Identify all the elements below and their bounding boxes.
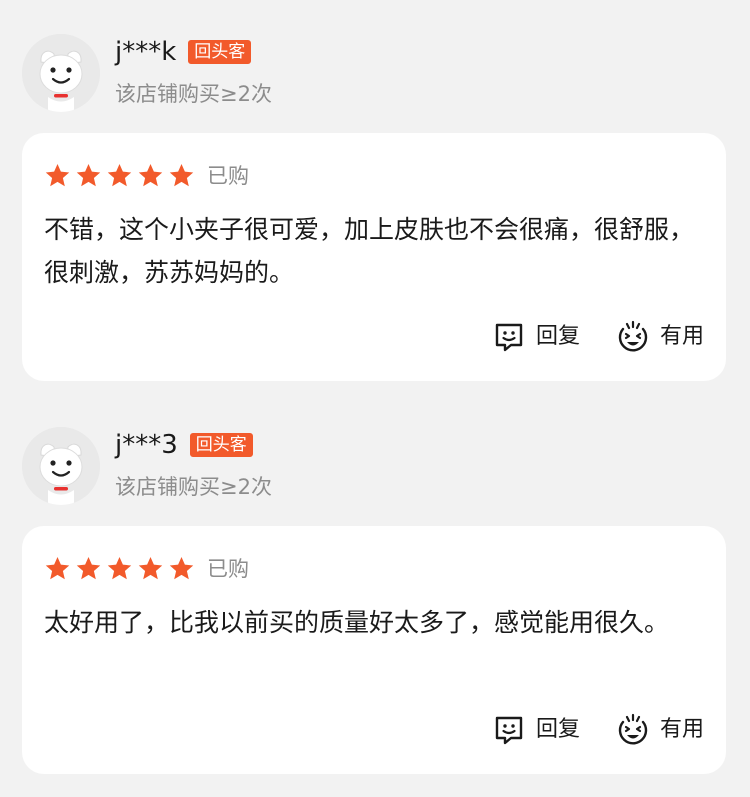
returning-customer-badge: 回头客 [188, 40, 252, 64]
avatar[interactable] [22, 34, 100, 112]
happy-face-icon [618, 320, 648, 352]
review-text: 太好用了，比我以前买的质量好太多了，感觉能用很久。 [44, 608, 670, 637]
purchase-count: 该店铺购买≥2次 [115, 82, 272, 106]
dog-mascot-icon [22, 427, 100, 505]
star-rating [44, 555, 195, 582]
star-icon [76, 164, 101, 187]
review-user-row: j***k 回头客 该店铺购买≥2次 [0, 30, 750, 120]
star-icon [169, 164, 194, 187]
star-icon [138, 164, 163, 187]
review-text: 不错，这个小夹子很可爱，加上皮肤也不会很痛，很舒服，很刺激，苏苏妈妈的。 [44, 215, 695, 287]
star-icon [169, 557, 194, 580]
useful-button[interactable]: 有用 [616, 320, 704, 354]
useful-button[interactable]: 有用 [616, 713, 704, 747]
reply-label: 回复 [535, 717, 580, 742]
star-icon [107, 557, 132, 580]
review-item: j***k 回头客 该店铺购买≥2次 已购 不错，这个小夹子很可爱，加上皮肤也不会… [0, 30, 750, 381]
star-icon [107, 164, 132, 187]
star-icon [45, 164, 70, 187]
returning-customer-badge: 回头客 [189, 433, 253, 457]
review-item: j***3 回头客 该店铺购买≥2次 已购 太好用了，比我以前买的质量好太多了，感… [0, 423, 750, 774]
star-icon [45, 557, 70, 580]
reply-button[interactable]: 回复 [492, 713, 580, 747]
reviews-page: j***k 回头客 该店铺购买≥2次 已购 不错，这个小夹子很可爱，加上皮肤也不会… [0, 0, 750, 797]
smile-chat-icon [495, 323, 523, 352]
useful-label: 有用 [659, 324, 704, 349]
username-text: j***3 [115, 430, 178, 460]
reply-button[interactable]: 回复 [492, 320, 580, 354]
star-icon [76, 557, 101, 580]
star-icon [138, 557, 163, 580]
review-user-row: j***3 回头客 该店铺购买≥2次 [0, 423, 750, 513]
username: j***3 回头客 [115, 429, 253, 461]
review-actions: 回复 有用 [492, 713, 704, 747]
reply-label: 回复 [535, 324, 580, 349]
purchased-label: 已购 [207, 164, 249, 188]
review-card: 已购 太好用了，比我以前买的质量好太多了，感觉能用很久。 回复 有用 [22, 526, 726, 774]
purchase-count: 该店铺购买≥2次 [115, 475, 272, 499]
username: j***k 回头客 [115, 36, 252, 68]
useful-label: 有用 [659, 717, 704, 742]
review-card: 已购 不错，这个小夹子很可爱，加上皮肤也不会很痛，很舒服，很刺激，苏苏妈妈的。 … [22, 133, 726, 381]
dog-mascot-icon [22, 34, 100, 112]
happy-face-icon [618, 713, 648, 745]
review-actions: 回复 有用 [492, 320, 704, 354]
purchased-label: 已购 [207, 557, 249, 581]
smile-chat-icon [495, 716, 523, 745]
username-text: j***k [115, 37, 177, 67]
star-rating [44, 162, 195, 189]
avatar[interactable] [22, 427, 100, 505]
